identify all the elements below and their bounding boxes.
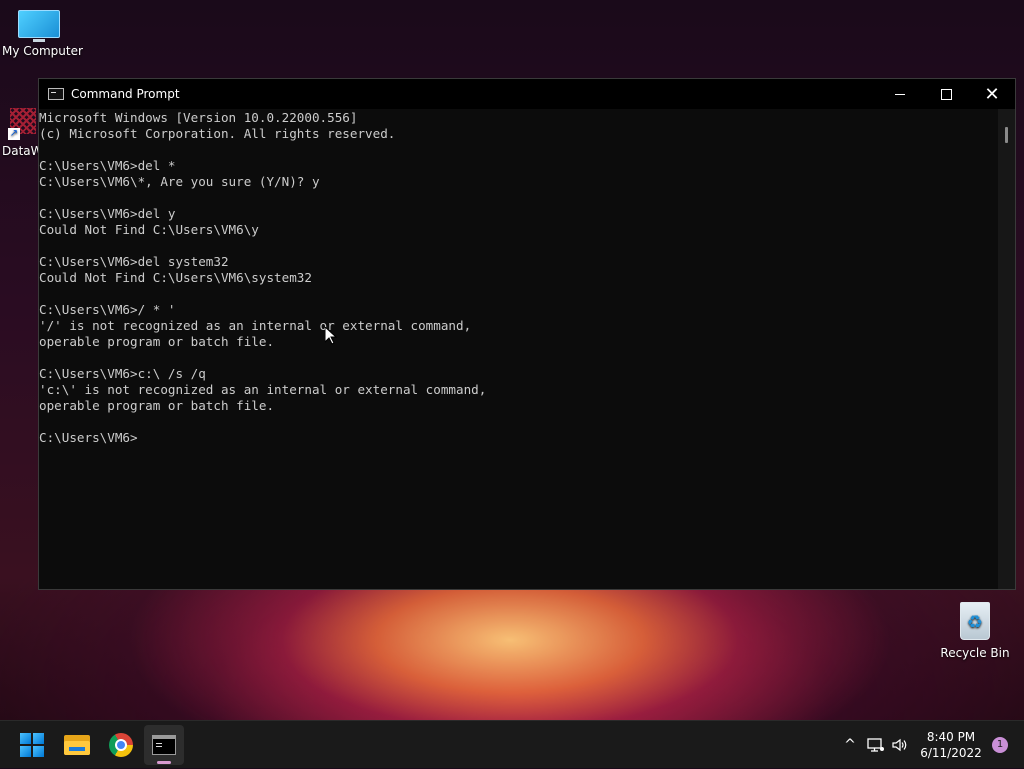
desktop-icon-my-computer[interactable]: My Computer [2,10,83,58]
active-app-indicator [157,761,171,764]
close-icon: ✕ [984,83,1000,105]
file-explorer-icon [64,735,90,755]
console-line: C:\Users\VM6>/ * ' [39,302,176,317]
desktop-icon-label: DataW [2,144,42,158]
close-button[interactable]: ✕ [969,79,1015,109]
chrome-icon [109,733,133,757]
chevron-up-icon: ^ [844,737,856,753]
recycle-bin-icon: ♻ [958,598,992,642]
desktop-icon-label: My Computer [2,44,83,58]
desktop-icon-recycle-bin[interactable]: ♻ Recycle Bin [940,598,1010,660]
volume-button[interactable] [888,721,912,769]
console-line: C:\Users\VM6>del * [39,158,176,173]
command-prompt-icon [48,88,64,100]
window-title: Command Prompt [71,87,180,101]
network-icon [867,738,884,752]
notification-center-button[interactable]: 1 [986,721,1014,769]
console-line: C:\Users\VM6>del y [39,206,176,221]
desktop-icon-label: Recycle Bin [940,646,1010,660]
command-prompt-window[interactable]: Command Prompt ✕ Microsoft Windows [Vers… [38,78,1016,590]
monitor-icon [18,10,60,42]
maximize-button[interactable] [923,79,969,109]
console-line: '/' is not recognized as an internal or … [39,318,472,333]
desktop-icon-dataw[interactable]: ↗ DataW [2,108,42,158]
maximize-icon [940,88,952,100]
network-button[interactable] [864,721,888,769]
taskbar-command-prompt[interactable] [144,725,184,765]
console-line: C:\Users\VM6\*, Are you sure (Y/N)? y [39,174,320,189]
notification-badge: 1 [992,737,1008,753]
vertical-scrollbar[interactable] [998,109,1015,589]
taskbar-file-explorer[interactable] [57,725,97,765]
system-tray: ^ 8:40 PM 6/11/2022 1 [836,721,1014,769]
taskbar-chrome[interactable] [101,725,141,765]
windows-start-icon [20,733,44,757]
volume-icon [892,738,907,752]
console-line: C:\Users\VM6>c:\ /s /q [39,366,206,381]
window-titlebar[interactable]: Command Prompt ✕ [39,79,1015,109]
console-line: C:\Users\VM6>del system32 [39,254,229,269]
console-line: 'c:\' is not recognized as an internal o… [39,382,487,397]
clock-date: 6/11/2022 [920,746,982,760]
taskbar: ^ 8:40 PM 6/11/2022 1 [0,720,1024,768]
console-line: Microsoft Windows [Version 10.0.22000.55… [39,110,358,125]
console-line: operable program or batch file. [39,334,275,349]
console-line: operable program or batch file. [39,398,275,413]
console-line: (c) Microsoft Corporation. All rights re… [39,126,396,141]
dataw-shortcut-icon: ↗ [8,108,36,142]
scrollbar-thumb[interactable] [1005,127,1008,143]
console-line: C:\Users\VM6> [39,430,138,445]
minimize-icon [895,93,905,95]
console-line: Could Not Find C:\Users\VM6\system32 [39,270,312,285]
console-line: Could Not Find C:\Users\VM6\y [39,222,259,237]
minimize-button[interactable] [877,79,923,109]
start-button[interactable] [12,725,52,765]
show-hidden-icons-button[interactable]: ^ [836,721,864,769]
console-output[interactable]: Microsoft Windows [Version 10.0.22000.55… [39,109,999,589]
clock-time: 8:40 PM [926,730,976,744]
command-prompt-icon [152,735,176,755]
clock-button[interactable]: 8:40 PM 6/11/2022 [916,721,986,769]
